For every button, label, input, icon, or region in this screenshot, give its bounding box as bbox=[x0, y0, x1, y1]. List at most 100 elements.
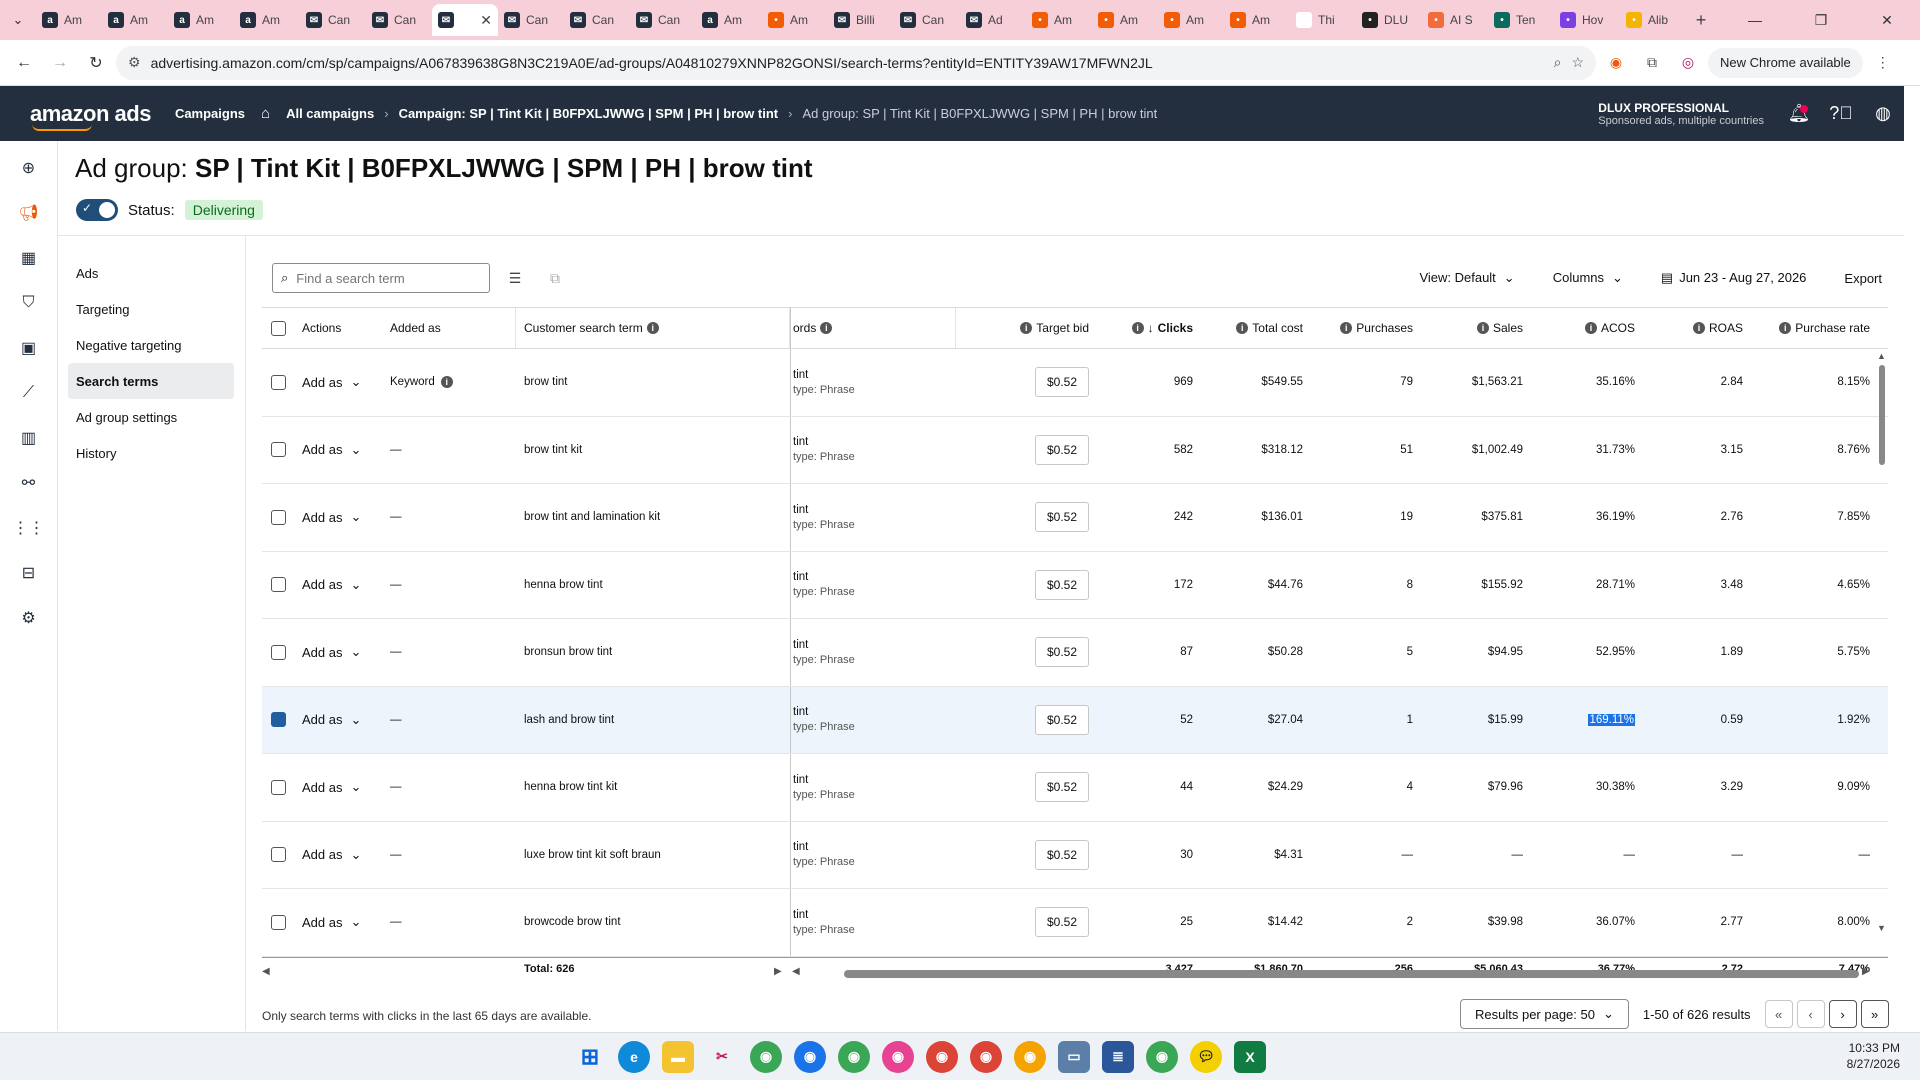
extensions-puzzle-icon[interactable]: ⧉ bbox=[1636, 47, 1668, 79]
scroll-right-arrow-icon[interactable]: ▶ bbox=[1862, 966, 1870, 977]
row-checkbox[interactable] bbox=[270, 374, 286, 390]
notifications-bell-icon[interactable]: 🔔︎ bbox=[1778, 103, 1820, 124]
browser-tab[interactable]: ✉ Ad bbox=[960, 4, 1026, 36]
site-info-icon[interactable]: ⚙ bbox=[128, 54, 141, 71]
scroll-down-arrow-icon[interactable]: ▼ bbox=[1877, 923, 1886, 933]
subnav-item-ads[interactable]: Ads bbox=[68, 255, 234, 291]
browser-tab[interactable]: ✉ Can bbox=[630, 4, 696, 36]
scroll-left-arrow-icon[interactable]: ◀ bbox=[262, 966, 270, 977]
header-purchase-rate[interactable]: i Purchase rate bbox=[1751, 308, 1878, 348]
brand-safety-shield-icon[interactable]: ⛉ bbox=[18, 292, 40, 314]
row-checkbox[interactable] bbox=[270, 509, 286, 525]
info-icon[interactable]: i bbox=[1779, 322, 1792, 334]
row-checkbox[interactable] bbox=[270, 847, 286, 863]
account-switcher[interactable]: DLUX PROFESSIONAL Sponsored ads, multipl… bbox=[1598, 101, 1764, 127]
browser-tab[interactable]: • Ten bbox=[1488, 4, 1554, 36]
url-field[interactable]: ⚙ advertising.amazon.com/cm/sp/campaigns… bbox=[116, 45, 1596, 80]
apps-grid-icon[interactable]: ⋮⋮ bbox=[13, 517, 45, 539]
browser-tab[interactable]: a Am bbox=[234, 4, 300, 36]
browser-tab[interactable]: ✉ Can bbox=[894, 4, 960, 36]
minimize-icon[interactable]: — bbox=[1722, 0, 1788, 40]
bid-input[interactable]: $0.52 bbox=[1035, 367, 1089, 398]
horizontal-scroll-thumb[interactable] bbox=[844, 970, 1859, 978]
info-icon[interactable]: i bbox=[1692, 322, 1705, 334]
amazon-ads-logo[interactable]: amazon ads bbox=[30, 101, 151, 131]
tab-search-menu-icon[interactable]: ⌄ bbox=[0, 0, 36, 40]
bid-input[interactable]: $0.52 bbox=[1035, 839, 1089, 870]
select-all-checkbox[interactable] bbox=[270, 320, 286, 336]
scroll-up-arrow-icon[interactable]: ▲ bbox=[1877, 351, 1886, 361]
view-dropdown[interactable]: View: Default ⌄ bbox=[1419, 270, 1514, 286]
search-box[interactable]: ⌕ bbox=[272, 263, 490, 293]
dashboard-icon[interactable]: ▦ bbox=[18, 247, 40, 269]
chrome-icon[interactable]: ◉ bbox=[970, 1040, 1002, 1073]
breadcrumb-campaign[interactable]: Campaign: SP | Tint Kit | B0FPXLJWWG | S… bbox=[399, 106, 779, 121]
bid-input[interactable]: $0.52 bbox=[1035, 637, 1089, 668]
info-icon[interactable]: i bbox=[820, 322, 833, 334]
subnav-item-history[interactable]: History bbox=[68, 435, 234, 471]
chrome-icon[interactable]: ◉ bbox=[926, 1040, 958, 1073]
horizontal-scrollbar[interactable]: ◀ ▶ ◀ ▶ bbox=[262, 965, 1874, 981]
subnav-item-search-terms[interactable]: Search terms bbox=[68, 363, 234, 399]
tools-briefcase-icon[interactable]: ⊟ bbox=[18, 562, 40, 584]
home-icon[interactable]: ⌂ bbox=[261, 105, 270, 122]
copy-icon[interactable]: ⧉ bbox=[540, 263, 570, 293]
browser-tab[interactable]: ✉ ✕ bbox=[432, 4, 498, 36]
info-icon[interactable]: i bbox=[646, 322, 659, 334]
browser-tab[interactable]: • Am bbox=[1224, 4, 1290, 36]
network-icon[interactable]: ⚯ bbox=[18, 472, 40, 494]
browser-tab[interactable]: ✉ Billi bbox=[828, 4, 894, 36]
header-purchases[interactable]: i Purchases bbox=[1311, 308, 1421, 348]
bid-input[interactable]: $0.52 bbox=[1035, 502, 1089, 533]
header-added-as[interactable]: Added as bbox=[382, 308, 516, 348]
creative-gallery-icon[interactable]: ▣ bbox=[18, 337, 40, 359]
filter-icon[interactable]: ☰ bbox=[500, 263, 530, 293]
browser-tab[interactable]: • Thi bbox=[1290, 4, 1356, 36]
browser-tab[interactable]: • AI S bbox=[1422, 4, 1488, 36]
file-explorer-icon[interactable]: ▬ bbox=[662, 1040, 694, 1073]
breadcrumb-all-campaigns[interactable]: All campaigns bbox=[286, 106, 374, 121]
bid-input[interactable]: $0.52 bbox=[1035, 569, 1089, 600]
delivery-toggle[interactable] bbox=[76, 199, 118, 221]
campaigns-megaphone-icon[interactable]: 📢︎ bbox=[18, 202, 40, 224]
info-icon[interactable]: i bbox=[1476, 322, 1489, 334]
browser-tab[interactable]: a Am bbox=[102, 4, 168, 36]
header-sales[interactable]: i Sales bbox=[1421, 308, 1531, 348]
row-checkbox[interactable] bbox=[270, 442, 286, 458]
info-icon[interactable]: i bbox=[1131, 322, 1144, 334]
row-checkbox[interactable] bbox=[270, 779, 286, 795]
bid-input[interactable]: $0.52 bbox=[1035, 772, 1089, 803]
chrome-icon[interactable]: ◉ bbox=[1146, 1040, 1178, 1073]
header-target-bid[interactable]: i Target bid bbox=[955, 308, 1097, 348]
row-checkbox[interactable] bbox=[270, 712, 286, 728]
help-icon[interactable]: ?⃝ bbox=[1820, 103, 1862, 124]
user-account-icon[interactable]: ◍ bbox=[1862, 103, 1904, 124]
browser-tab[interactable]: • Am bbox=[1092, 4, 1158, 36]
profile-icon[interactable]: ◎ bbox=[1672, 47, 1704, 79]
analytics-line-icon[interactable]: ⟋ bbox=[18, 382, 40, 404]
browser-tab[interactable]: • Am bbox=[1158, 4, 1224, 36]
info-icon[interactable]: i bbox=[440, 376, 453, 389]
row-checkbox[interactable] bbox=[270, 644, 286, 660]
close-window-icon[interactable]: ✕ bbox=[1854, 0, 1920, 40]
breadcrumb-campaigns[interactable]: Campaigns bbox=[175, 106, 245, 121]
browser-tab[interactable]: • Hov bbox=[1554, 4, 1620, 36]
add-as-dropdown[interactable]: Add as ⌄ bbox=[294, 484, 382, 551]
chrome-icon[interactable]: ◉ bbox=[794, 1040, 826, 1073]
info-icon[interactable]: i bbox=[1340, 322, 1353, 334]
bookmark-star-icon[interactable]: ☆ bbox=[1571, 54, 1584, 71]
info-icon[interactable]: i bbox=[1236, 322, 1249, 334]
chrome-icon[interactable]: ◉ bbox=[1014, 1040, 1046, 1073]
browser-tab[interactable]: • Alib bbox=[1620, 4, 1686, 36]
close-tab-icon[interactable]: ✕ bbox=[480, 12, 492, 29]
browser-tab[interactable]: • Am bbox=[1026, 4, 1092, 36]
reports-bar-icon[interactable]: ▥ bbox=[18, 427, 40, 449]
excel-icon[interactable]: X bbox=[1234, 1040, 1266, 1073]
bid-input[interactable]: $0.52 bbox=[1035, 704, 1089, 735]
add-as-dropdown[interactable]: Add as ⌄ bbox=[294, 822, 382, 889]
header-roas[interactable]: i ROAS bbox=[1643, 308, 1751, 348]
forward-icon[interactable]: → bbox=[44, 47, 76, 79]
subnav-item-negative-targeting[interactable]: Negative targeting bbox=[68, 327, 234, 363]
snipping-tool-icon[interactable]: ✂ bbox=[706, 1041, 738, 1073]
scroll-right-arrow-icon[interactable]: ▶ bbox=[774, 966, 782, 977]
